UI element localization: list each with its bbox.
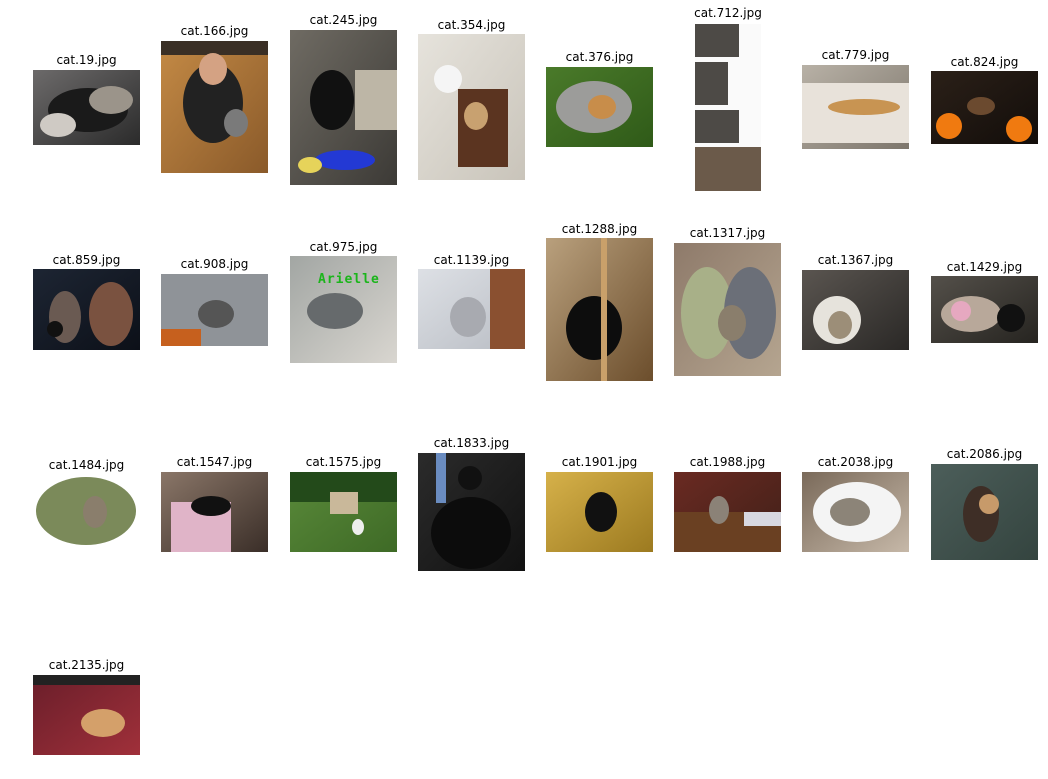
cat-photo-thumbnail: [802, 270, 909, 350]
cat-photo-thumbnail: [931, 464, 1038, 560]
cat-photo-thumbnail: [674, 472, 781, 552]
cat-photo-thumbnail: [546, 67, 653, 147]
cat-photo-thumbnail: [418, 269, 525, 349]
cat-photo-thumbnail: [802, 65, 909, 149]
cat-photo-thumbnail: [161, 41, 268, 173]
cat-photo-thumbnail: [931, 276, 1038, 343]
cat-photo-thumbnail: [33, 675, 140, 755]
image-title: cat.166.jpg: [180, 24, 249, 38]
cat-photo-thumbnail: [418, 34, 525, 180]
cat-photo-thumbnail: Arielle: [290, 256, 397, 363]
image-title: cat.376.jpg: [565, 50, 634, 64]
image-title: cat.1429.jpg: [946, 260, 1023, 274]
cat-photo-thumbnail: [695, 24, 761, 191]
image-title: cat.1833.jpg: [433, 436, 510, 450]
cat-photo-thumbnail: [33, 474, 140, 549]
cat-photo-thumbnail: [546, 238, 653, 381]
image-title: cat.908.jpg: [180, 257, 249, 271]
image-title: cat.975.jpg: [309, 240, 378, 254]
image-title: cat.1484.jpg: [48, 458, 125, 472]
cat-photo-thumbnail: [931, 71, 1038, 144]
image-title: cat.1575.jpg: [305, 455, 382, 469]
cat-photo-thumbnail: [33, 269, 140, 350]
cat-photo-thumbnail: [33, 70, 140, 145]
image-title: cat.1988.jpg: [689, 455, 766, 469]
cat-photo-thumbnail: [674, 243, 781, 376]
image-title: cat.19.jpg: [56, 53, 117, 67]
image-title: cat.1547.jpg: [176, 455, 253, 469]
cat-photo-thumbnail: [802, 472, 909, 552]
image-title: cat.1901.jpg: [561, 455, 638, 469]
image-title: cat.859.jpg: [52, 253, 121, 267]
image-title: cat.1288.jpg: [561, 222, 638, 236]
photo-overlay-text: Arielle: [318, 272, 380, 287]
image-title: cat.2038.jpg: [817, 455, 894, 469]
cat-photo-thumbnail: [418, 453, 525, 571]
image-title: cat.2086.jpg: [946, 447, 1023, 461]
image-title: cat.712.jpg: [694, 6, 762, 20]
image-title: cat.2135.jpg: [48, 658, 125, 672]
cat-photo-thumbnail: [161, 274, 268, 346]
image-title: cat.779.jpg: [821, 48, 890, 62]
image-title: cat.245.jpg: [309, 13, 378, 27]
image-title: cat.1317.jpg: [689, 226, 766, 240]
image-grid: cat.19.jpg cat.166.jpg cat.245.jpg cat.354.…: [0, 0, 1048, 779]
cat-photo-thumbnail: [290, 472, 397, 552]
image-title: cat.1367.jpg: [817, 253, 894, 267]
cat-photo-thumbnail: [161, 472, 268, 552]
image-title: cat.1139.jpg: [433, 253, 510, 267]
cat-photo-thumbnail: [290, 30, 397, 185]
cat-photo-thumbnail: [546, 472, 653, 552]
image-title: cat.354.jpg: [437, 18, 506, 32]
image-title: cat.824.jpg: [950, 55, 1019, 69]
